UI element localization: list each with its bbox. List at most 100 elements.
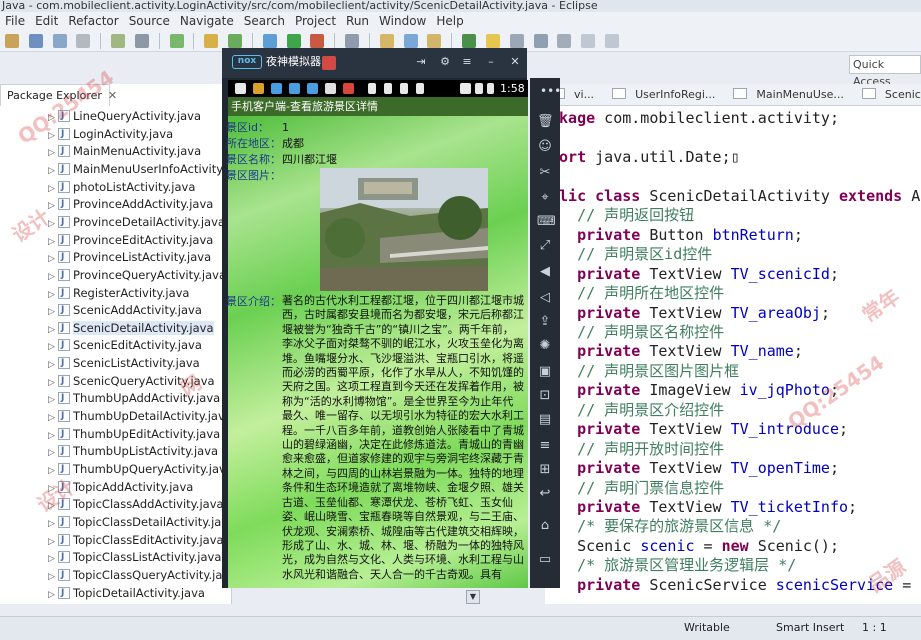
record-icon[interactable]: [322, 56, 336, 70]
expand-arrow-icon[interactable]: ▷: [48, 322, 58, 339]
file-item[interactable]: ▷ ScenicQueryActivity.java: [48, 373, 215, 390]
volume-up-icon[interactable]: ◀: [537, 264, 553, 280]
expand-arrow-icon[interactable]: ▷: [48, 110, 58, 127]
file-item[interactable]: ▷ LineQueryActivity.java: [48, 108, 201, 125]
file-item[interactable]: ▷ TopicClassListActivity.java: [48, 549, 221, 566]
file-item[interactable]: ▷ ScenicEditActivity.java: [48, 337, 202, 354]
expand-arrow-icon[interactable]: ▷: [48, 551, 58, 568]
file-item[interactable]: ▷ ProvinceQueryActivity.java: [48, 267, 226, 284]
menu-item-edit[interactable]: Edit: [30, 12, 63, 30]
avd-manager-icon[interactable]: [228, 34, 243, 48]
loading-icon[interactable]: ✺: [537, 338, 553, 354]
clean-icon[interactable]: 🗑: [537, 114, 554, 130]
menu-item-window[interactable]: Window: [374, 12, 431, 30]
expand-arrow-icon[interactable]: ▷: [48, 145, 58, 162]
menu-item-run[interactable]: Run: [341, 12, 374, 30]
file-item[interactable]: ▷ ProvinceListActivity.java: [48, 249, 211, 266]
expand-arrow-icon[interactable]: ▷: [48, 198, 58, 215]
annotation-icon[interactable]: [462, 34, 477, 48]
expand-arrow-icon[interactable]: ▷: [48, 587, 58, 604]
highlight-icon[interactable]: [485, 34, 500, 48]
file-item[interactable]: ▷ ProvinceAddActivity.java: [48, 196, 213, 213]
expand-arrow-icon[interactable]: ▷: [48, 534, 58, 551]
expand-arrow-icon[interactable]: ▷: [48, 481, 58, 498]
expand-arrow-icon[interactable]: ▷: [48, 357, 58, 374]
file-item[interactable]: ▷ ThumbUpEditActivity.java: [48, 426, 220, 443]
new-icon[interactable]: [5, 34, 19, 48]
scroll-down-icon[interactable]: ▼: [466, 590, 480, 604]
debug-icon[interactable]: [262, 34, 277, 48]
robot-icon[interactable]: ☺: [537, 139, 553, 155]
shake-icon[interactable]: ▤: [537, 412, 553, 428]
close-icon[interactable]: ✕: [508, 55, 522, 69]
expand-arrow-icon[interactable]: ▷: [48, 128, 58, 145]
save-all-icon[interactable]: [52, 34, 67, 48]
menu-item-search[interactable]: Search: [239, 12, 290, 30]
sdk-manager-icon[interactable]: [204, 34, 219, 48]
prev-annotation-icon[interactable]: [557, 34, 572, 48]
fullscreen-icon[interactable]: ⤢: [537, 238, 553, 254]
expand-arrow-icon[interactable]: ▷: [48, 181, 58, 198]
keyboard-icon[interactable]: ⌨: [537, 214, 556, 230]
expand-arrow-icon[interactable]: ▷: [48, 428, 58, 445]
recent-apps-icon[interactable]: ▭: [537, 552, 553, 568]
editor-tab[interactable]: UserInfoRegi...: [606, 84, 727, 105]
expand-arrow-icon[interactable]: ▷: [48, 498, 58, 515]
expand-arrow-icon[interactable]: ▷: [48, 251, 58, 268]
file-item[interactable]: ▷ LoginActivity.java: [48, 126, 173, 143]
multi-window-icon[interactable]: ▣: [537, 364, 553, 380]
print-icon[interactable]: [76, 34, 91, 48]
expand-arrow-icon[interactable]: ▷: [48, 445, 58, 462]
external-tools-icon[interactable]: [310, 34, 325, 48]
expand-arrow-icon[interactable]: ▷: [48, 287, 58, 304]
file-item[interactable]: ▷ ScenicListActivity.java: [48, 355, 200, 372]
file-item[interactable]: ▷MainMenuUserInfoActivity.java: [48, 161, 249, 178]
open-folder-icon[interactable]: [379, 34, 394, 48]
package-explorer-tab[interactable]: Package Explorer ✕: [0, 84, 117, 106]
menu-item-navigate[interactable]: Navigate: [175, 12, 239, 30]
expand-arrow-icon[interactable]: ▷: [48, 234, 58, 251]
file-item[interactable]: ▷ ProvinceDetailActivity.java: [48, 214, 225, 231]
expand-arrow-icon[interactable]: ▷: [48, 304, 58, 321]
minimize-icon[interactable]: –: [484, 55, 498, 69]
save-icon[interactable]: [28, 34, 43, 48]
editor-tab[interactable]: MainMenuUse...: [727, 84, 856, 105]
home-icon[interactable]: ⌂: [537, 518, 553, 534]
open-type-icon[interactable]: [345, 34, 360, 48]
file-item[interactable]: ▷ ThumbUpQueryActivity.java: [48, 461, 233, 478]
file-item[interactable]: ▷ TopicClassDetailActivity.java: [48, 514, 235, 531]
back-icon[interactable]: ↩: [537, 486, 553, 502]
menu-item-help[interactable]: Help: [431, 12, 468, 30]
terminal-icon[interactable]: [134, 34, 149, 48]
task-icon[interactable]: [169, 34, 184, 48]
camera-icon[interactable]: ⊡: [537, 388, 553, 404]
forward-icon[interactable]: [605, 34, 620, 48]
quick-access-input[interactable]: Quick Access: [849, 55, 921, 88]
file-item[interactable]: ▷ TopicClassAddActivity.java: [48, 496, 224, 513]
expand-arrow-icon[interactable]: ▷: [48, 392, 58, 409]
sync-icon[interactable]: ⊞: [537, 462, 553, 478]
file-item[interactable]: ▷ MainMenuActivity.java: [48, 143, 201, 160]
expand-arrow-icon[interactable]: ▷: [48, 410, 58, 427]
file-item[interactable]: ▷ TopicAddActivity.java: [48, 479, 193, 496]
menu-item-refactor[interactable]: Refactor: [63, 12, 123, 30]
settings-icon[interactable]: ⚙: [438, 55, 452, 69]
menu-item-file[interactable]: File: [0, 12, 30, 30]
file-item[interactable]: ▷ ThumbUpDetailActivity.java: [48, 408, 232, 425]
file-item[interactable]: ▷ ThumbUpListActivity.java: [48, 443, 218, 460]
file-item[interactable]: ▷ ThumbUpAddActivity.java: [48, 390, 220, 407]
expand-arrow-icon[interactable]: ▷: [48, 269, 58, 286]
next-annotation-icon[interactable]: [533, 34, 548, 48]
build-icon[interactable]: [111, 34, 126, 48]
pin-icon[interactable]: ⇥: [414, 55, 428, 69]
menu-item-source[interactable]: Source: [124, 12, 175, 30]
menu-icon[interactable]: ≡: [537, 438, 553, 454]
expand-arrow-icon[interactable]: ▷: [48, 339, 58, 356]
file-item[interactable]: ▷ photoListActivity.java: [48, 179, 195, 196]
expand-arrow-icon[interactable]: ▷: [48, 516, 58, 533]
toggle-icon[interactable]: [509, 34, 524, 48]
expand-arrow-icon[interactable]: ▷: [48, 463, 58, 480]
search-icon[interactable]: [403, 34, 418, 48]
back-icon[interactable]: [581, 34, 596, 48]
expand-arrow-icon[interactable]: ▷: [48, 163, 58, 180]
